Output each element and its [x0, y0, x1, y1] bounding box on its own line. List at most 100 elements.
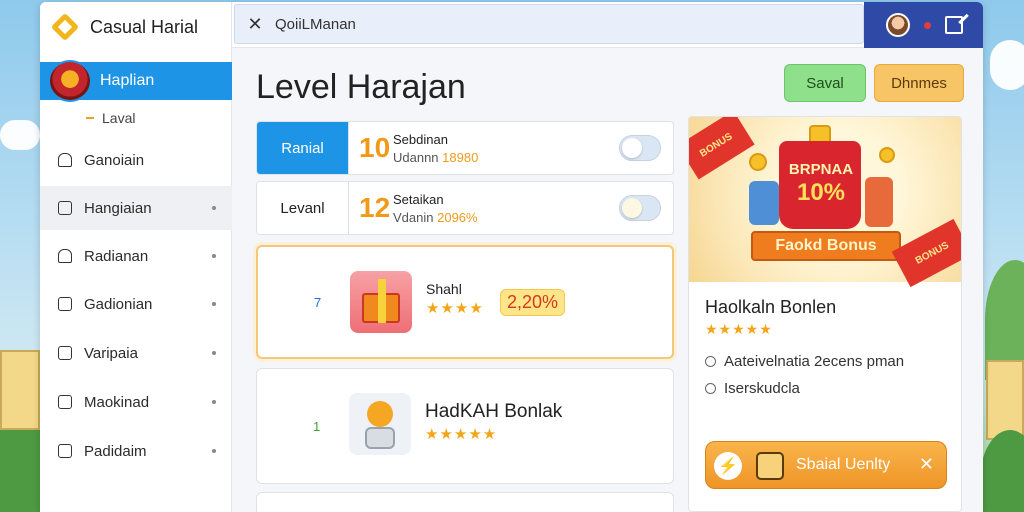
row-name: Sebdinan [393, 132, 448, 147]
card-title: HadKAH Bonlak [425, 401, 563, 422]
sidebar-item-4[interactable]: Varipaia [40, 331, 232, 375]
sidebar-item-2[interactable]: Radianan [40, 234, 232, 278]
bottle-icon [749, 181, 779, 225]
radio-icon [705, 383, 716, 394]
image-icon [58, 395, 72, 409]
row-number: 10 [359, 132, 391, 163]
promo-cta-button[interactable]: ⚡ Sbaial Uenlty ✕ [705, 441, 947, 489]
promo-option[interactable]: Iserskudcla [705, 380, 800, 397]
reward-card-partial[interactable] [256, 492, 674, 512]
toggle-knob [622, 138, 642, 158]
coin-icon [749, 153, 767, 171]
dash-icon [86, 117, 94, 119]
card-rank: 1 [313, 419, 321, 434]
sidebar-item-label: Padidaim [84, 442, 147, 460]
calendar-icon [58, 297, 72, 311]
more-dot-icon [212, 206, 216, 210]
sidebar-subitem[interactable]: Laval [86, 110, 135, 126]
row-sub: Udannn 18980 [393, 150, 478, 165]
sidebar-item-label: Radianan [84, 247, 149, 265]
row-name: Setaikan [393, 192, 444, 207]
cloud-right [990, 40, 1024, 90]
promo-option-label: Iserskudcla [724, 380, 800, 397]
grid-icon [58, 201, 72, 215]
more-dot-icon [212, 254, 216, 258]
row-sub-prefix: Vdanin [393, 210, 434, 225]
row-number: 12 [359, 192, 391, 223]
card-rank: 7 [314, 295, 322, 310]
star-rating: ★★★★ [426, 300, 484, 317]
bonus-artwork: BONUS BRPNAA 10% Faokd Bonus BONUS [689, 117, 961, 288]
house-left [0, 350, 40, 430]
ribbon-left: BONUS [689, 117, 755, 180]
save-button[interactable]: Saval [784, 64, 866, 102]
document-icon [58, 444, 72, 458]
sidebar: Casual Harial Haplian Laval Ganoiain Han… [40, 2, 232, 512]
promo-panel: BONUS BRPNAA 10% Faokd Bonus BONUS Haolk… [688, 116, 962, 512]
sidebar-item-3[interactable]: Gadionian [40, 282, 232, 326]
bell-icon [58, 153, 72, 167]
star-rating: ★★★★★ [425, 426, 498, 443]
search-value: QoiiLManan [275, 15, 356, 33]
ribbon-right: BONUS [891, 218, 961, 288]
search-input[interactable]: ✕ QoiiLManan [234, 4, 864, 44]
row-sub-value: 2096% [437, 210, 478, 225]
sidebar-item-label: Maokinad [84, 393, 150, 411]
sidebar-item-6[interactable]: Padidaim [40, 429, 232, 473]
coin-icon [879, 147, 895, 163]
row-toggle[interactable] [619, 135, 661, 161]
dice-icon [756, 452, 784, 480]
more-dot-icon [212, 449, 216, 453]
level-row[interactable]: Ranial 10 Sebdinan Udannn 18980 [256, 121, 674, 175]
sidebar-item-label: Haplian [100, 72, 155, 89]
topbar-actions [864, 2, 983, 48]
sidebar-subitem-label: Laval [102, 110, 136, 126]
user-avatar[interactable] [886, 13, 910, 37]
close-icon[interactable]: ✕ [919, 454, 934, 475]
diamond-logo-icon [50, 12, 80, 42]
sidebar-item-1[interactable]: Hangiaian [40, 186, 232, 230]
percent-badge: 2,20% [500, 289, 566, 316]
sidebar-item-5[interactable]: Maokinad [40, 380, 232, 424]
cta-label: Sbaial Uenlty [796, 456, 891, 473]
sidebar-item-label: Ganoiain [84, 151, 145, 169]
notification-dot-icon [924, 21, 931, 29]
bonus-button[interactable]: Dhnmes [874, 64, 964, 102]
house-right [986, 360, 1024, 440]
bottle-icon [865, 177, 893, 227]
radio-icon [705, 356, 716, 367]
sidebar-item-0[interactable]: Ganoiain [40, 138, 232, 182]
sidebar-item-label: Gadionian [84, 295, 153, 313]
gift-icon [58, 346, 72, 360]
bag-text: BRPNAA [788, 161, 854, 178]
grass-right [980, 430, 1024, 512]
promo-option[interactable]: Aateivelnatia 2ecens pman [705, 353, 904, 370]
shield-badge-icon [48, 60, 92, 102]
promo-banner: Faokd Bonus [751, 231, 901, 261]
sidebar-item-active[interactable]: Haplian [40, 60, 232, 102]
promo-title: Haolkaln Bonlen [705, 297, 837, 317]
more-dot-icon [212, 400, 216, 404]
gift-box-icon [350, 271, 412, 333]
bell-icon [58, 249, 72, 263]
sidebar-item-label: Hangiaian [84, 199, 152, 217]
row-tab[interactable]: Ranial [257, 122, 349, 174]
level-row[interactable]: Levanl 12 Setaikan Vdanin 2096% [256, 181, 674, 235]
promo-option-label: Aateivelnatia 2ecens pman [724, 353, 905, 370]
edit-icon[interactable] [945, 16, 963, 34]
more-dot-icon [212, 302, 216, 306]
app-window: Casual Harial Haplian Laval Ganoiain Han… [40, 2, 983, 512]
lightning-icon: ⚡ [714, 452, 742, 480]
row-tab[interactable]: Levanl [257, 182, 349, 234]
cloud-left [0, 120, 40, 150]
bag-percent: 10% [796, 179, 846, 206]
topbar: ✕ QoiiLManan [232, 2, 983, 48]
close-icon[interactable]: ✕ [235, 14, 275, 35]
brand[interactable]: Casual Harial [50, 12, 198, 42]
reward-card[interactable]: 1 HadKAH Bonlak ★★★★★ [256, 368, 674, 484]
row-sub: Vdanin 2096% [393, 210, 478, 225]
more-dot-icon [212, 351, 216, 355]
reward-card-featured[interactable]: 7 Shahl ★★★★ 2,20% [256, 245, 674, 359]
card-title: Shahl [426, 281, 462, 297]
row-toggle[interactable] [619, 195, 661, 221]
